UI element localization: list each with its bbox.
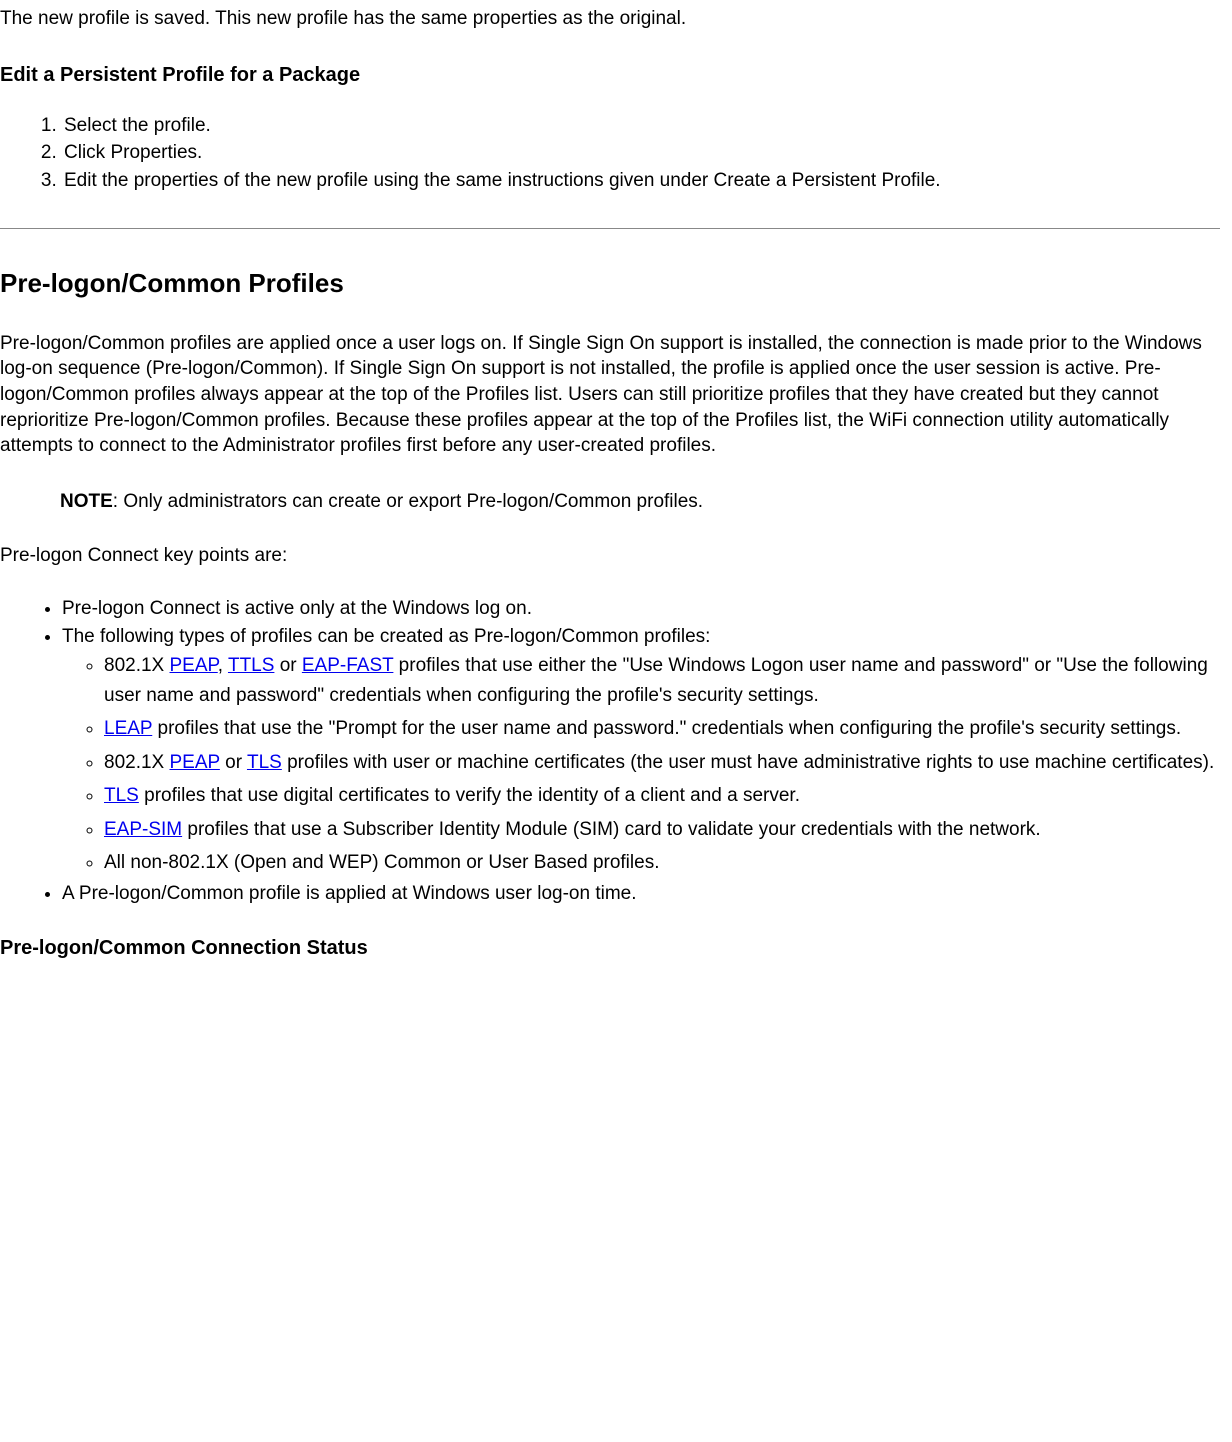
heading-connection-status: Pre-logon/Common Connection Status <box>0 935 1220 962</box>
keypoint-2: The following types of profiles can be c… <box>62 624 1220 878</box>
profile-type-2: LEAP profiles that use the "Prompt for t… <box>104 714 1220 743</box>
section-divider <box>0 228 1220 230</box>
link-ttls[interactable]: TTLS <box>228 655 274 676</box>
profile-type-5: EAP-SIM profiles that use a Subscriber I… <box>104 815 1220 844</box>
edit-steps-list: Select the profile. Click Properties. Ed… <box>0 113 1220 194</box>
link-peap-2[interactable]: PEAP <box>170 752 220 773</box>
heading-prelogon-profiles: Pre-logon/Common Profiles <box>0 266 1220 301</box>
link-eap-fast[interactable]: EAP-FAST <box>302 655 394 676</box>
note-label: NOTE <box>60 491 113 512</box>
edit-step-3: Edit the properties of the new profile u… <box>62 168 1220 194</box>
intro-paragraph: The new profile is saved. This new profi… <box>0 6 1220 32</box>
profile-type-3: 802.1X PEAP or TLS profiles with user or… <box>104 748 1220 777</box>
link-leap[interactable]: LEAP <box>104 718 152 739</box>
link-eap-sim[interactable]: EAP-SIM <box>104 819 182 840</box>
link-peap[interactable]: PEAP <box>170 655 218 676</box>
profile-type-4: TLS profiles that use digital certificat… <box>104 781 1220 810</box>
link-tls[interactable]: TLS <box>247 752 282 773</box>
note-block: NOTE: Only administrators can create or … <box>60 489 1220 515</box>
profile-types-list: 802.1X PEAP, TTLS or EAP-FAST profiles t… <box>62 651 1220 877</box>
note-text: : Only administrators can create or expo… <box>113 491 703 512</box>
prelogon-description: Pre-logon/Common profiles are applied on… <box>0 331 1220 459</box>
keypoints-list: Pre-logon Connect is active only at the … <box>0 596 1220 907</box>
keypoint-2-text: The following types of profiles can be c… <box>62 626 710 647</box>
edit-step-2: Click Properties. <box>62 140 1220 166</box>
profile-type-6: All non-802.1X (Open and WEP) Common or … <box>104 848 1220 877</box>
heading-edit-profile: Edit a Persistent Profile for a Package <box>0 62 1220 89</box>
keypoints-intro: Pre-logon Connect key points are: <box>0 543 1220 569</box>
keypoint-1: Pre-logon Connect is active only at the … <box>62 596 1220 622</box>
profile-type-1: 802.1X PEAP, TTLS or EAP-FAST profiles t… <box>104 651 1220 710</box>
keypoint-3: A Pre-logon/Common profile is applied at… <box>62 881 1220 907</box>
edit-step-1: Select the profile. <box>62 113 1220 139</box>
link-tls-2[interactable]: TLS <box>104 785 139 806</box>
